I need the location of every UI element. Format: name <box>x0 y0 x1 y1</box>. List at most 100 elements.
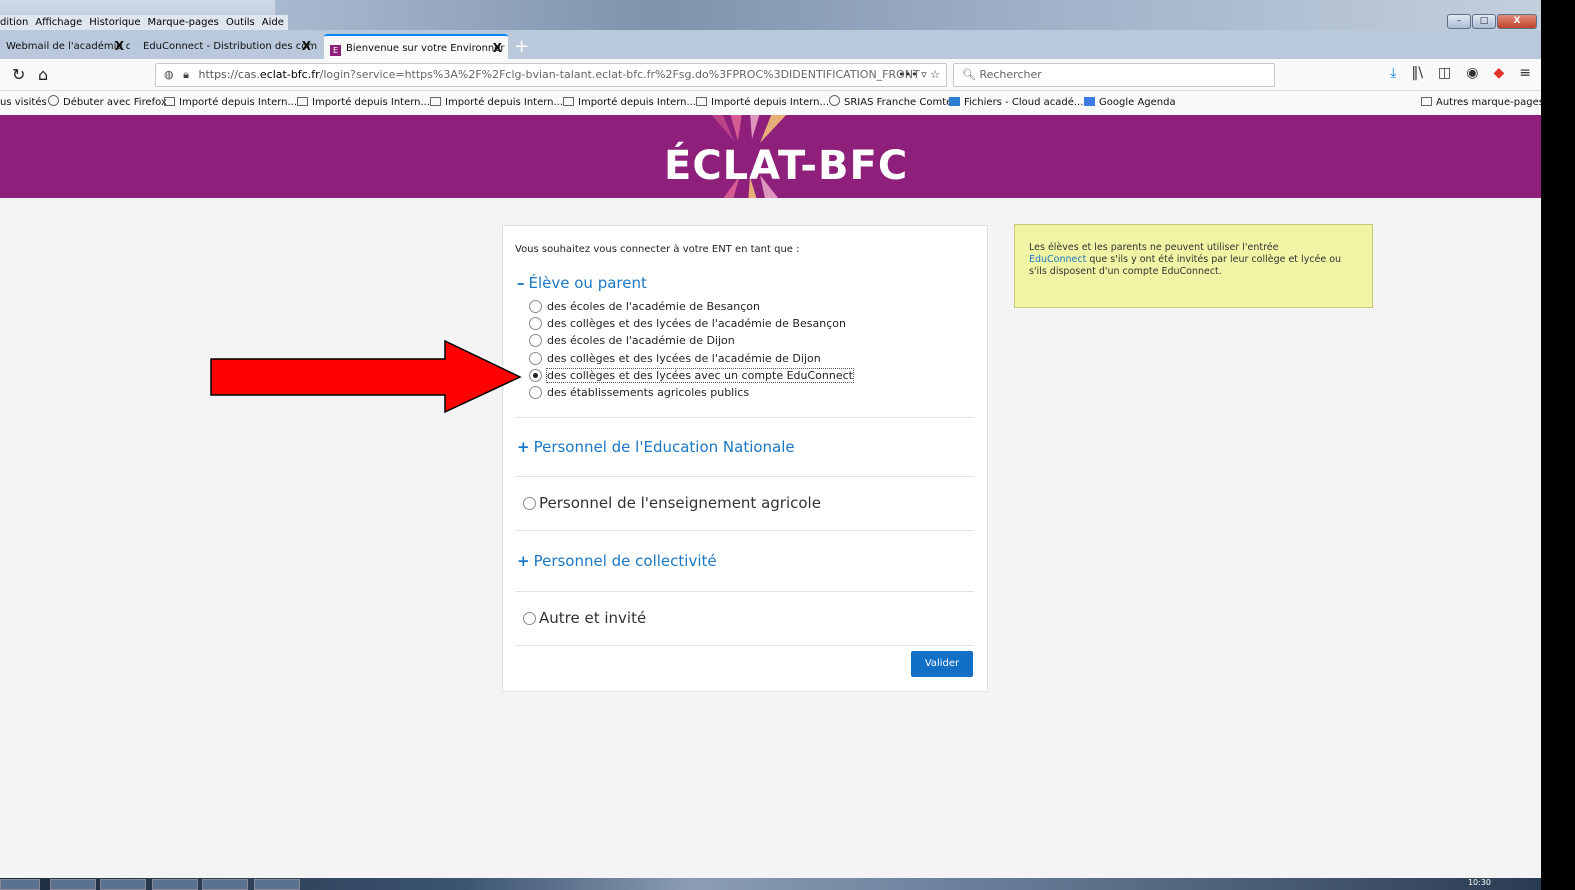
maximize-button[interactable]: □ <box>1472 14 1496 29</box>
account-icon[interactable]: ◉ <box>1466 65 1478 81</box>
url-bar[interactable]: ◍ 🔒︎ https://cas.eclat-bfc.fr/login?serv… <box>155 63 947 87</box>
start-button[interactable] <box>0 879 40 890</box>
option-autre-invite[interactable]: Autre et invité <box>523 609 646 627</box>
educonnect-link[interactable]: EduConnect <box>1029 254 1086 265</box>
menu-outils[interactable]: Outils <box>226 15 255 30</box>
radio-button-checked[interactable] <box>529 368 542 382</box>
tab-educonnect[interactable]: EduConnect - Distribution des com X <box>137 34 317 59</box>
radio-button[interactable] <box>529 385 542 399</box>
reload-icon[interactable]: ↻ <box>12 65 25 84</box>
bookmark-srias[interactable]: SRIAS Franche Comté <box>829 91 952 115</box>
tab-webmail[interactable]: Webmail de l'académie d X <box>0 34 130 59</box>
menu-icon[interactable]: ≡ <box>1519 65 1531 81</box>
bookmark-google-agenda[interactable]: Google Agenda <box>1084 91 1176 115</box>
tab-bienvenue[interactable]: E Bienvenue sur votre Environner X <box>324 34 508 59</box>
section-label: Élève ou parent <box>528 274 647 292</box>
option-ecoles-besancon[interactable]: des écoles de l'académie de Besançon <box>529 298 853 315</box>
section-personnel-collectivite[interactable]: + Personnel de collectivité <box>517 552 717 570</box>
close-tab-icon[interactable]: X <box>493 36 502 59</box>
option-label: des écoles de l'académie de Besançon <box>547 300 760 313</box>
section-personnel-en[interactable]: + Personnel de l'Education Nationale <box>517 438 795 456</box>
menu-marque-pages[interactable]: Marque-pages <box>148 15 219 30</box>
eleve-options: des écoles de l'académie de Besançon des… <box>529 298 854 401</box>
taskbar-app[interactable] <box>50 879 96 890</box>
menu-edition[interactable]: dition <box>0 15 28 30</box>
bookmark-plus-visites[interactable]: us visités <box>0 91 47 115</box>
tab-label: Bienvenue sur votre Environner <box>346 43 505 54</box>
title-bar-bg <box>275 0 1541 30</box>
eclat-favicon-icon: E <box>330 45 341 56</box>
radio-button[interactable] <box>529 300 542 313</box>
collapse-icon: – <box>517 274 525 292</box>
screen: dition Affichage Historique Marque-pages… <box>0 0 1541 878</box>
page-content: ÉCLAT-BFC Vous souhaitez vous connecter … <box>0 115 1541 878</box>
bookmark-debuter-firefox[interactable]: Débuter avec Firefox <box>48 91 167 115</box>
educonnect-notice: Les élèves et les parents ne peuvent uti… <box>1014 224 1373 308</box>
window-controls: – □ X <box>1447 14 1537 29</box>
download-icon[interactable]: ⤓ <box>1390 65 1396 81</box>
menu-aide[interactable]: Aide <box>262 15 284 30</box>
radio-button[interactable] <box>523 612 536 625</box>
close-tab-icon[interactable]: X <box>302 34 311 59</box>
login-card: Vous souhaitez vous connecter à votre EN… <box>502 225 988 692</box>
calendar-icon <box>1084 97 1095 106</box>
ublock-icon[interactable]: ◆ <box>1493 65 1504 81</box>
red-arrow-annotation <box>210 340 522 414</box>
option-colleges-dijon[interactable]: des collèges et des lycées de l'académie… <box>529 350 853 367</box>
bookmark-importe-2[interactable]: Importé depuis Intern... <box>297 91 430 115</box>
section-label: Personnel de collectivité <box>533 552 717 570</box>
option-agricoles[interactable]: des établissements agricoles publics <box>529 384 853 401</box>
url-actions[interactable]: ••• ▿ ☆ <box>898 64 940 86</box>
taskbar-app[interactable] <box>202 879 248 890</box>
taskbar-app[interactable] <box>254 879 300 890</box>
option-label: des collèges et des lycées de l'académie… <box>547 351 821 365</box>
eclat-logo[interactable]: ÉCLAT-BFC <box>664 143 908 189</box>
option-label: Personnel de l'enseignement agricole <box>539 494 821 512</box>
option-ecoles-dijon[interactable]: des écoles de l'académie de Dijon <box>529 332 853 349</box>
bookmark-importe-4[interactable]: Importé depuis Intern... <box>563 91 696 115</box>
option-personnel-agricole[interactable]: Personnel de l'enseignement agricole <box>523 494 821 512</box>
radio-button[interactable] <box>529 351 542 365</box>
minimize-button[interactable]: – <box>1447 14 1471 29</box>
close-window-button[interactable]: X <box>1497 14 1537 29</box>
menu-affichage[interactable]: Affichage <box>35 15 82 30</box>
home-icon[interactable]: ⌂ <box>38 65 48 84</box>
bookmark-label: SRIAS Franche Comté <box>844 97 953 108</box>
new-tab-button[interactable]: + <box>514 36 529 57</box>
bookmark-importe-1[interactable]: Importé depuis Intern... <box>164 91 297 115</box>
menu-items: dition Affichage Historique Marque-pages… <box>0 15 288 30</box>
taskbar-app[interactable] <box>152 879 198 890</box>
sidebar-icon[interactable]: ◫ <box>1438 65 1451 81</box>
globe-icon <box>829 95 840 106</box>
valider-button[interactable]: Valider <box>911 651 973 677</box>
tab-bar: Webmail de l'académie d X EduConnect - D… <box>0 30 1541 59</box>
menu-historique[interactable]: Historique <box>89 15 140 30</box>
radio-button[interactable] <box>529 317 542 331</box>
bookmark-fichiers-cloud[interactable]: Fichiers - Cloud acadé... <box>949 91 1083 115</box>
taskbar-app[interactable] <box>100 879 146 890</box>
bookmark-autres[interactable]: Autres marque-pages <box>1421 91 1541 115</box>
radio-button[interactable] <box>529 334 542 348</box>
section-label: Personnel de l'Education Nationale <box>533 438 795 456</box>
bookmark-label: Autres marque-pages <box>1436 97 1541 108</box>
search-placeholder: Rechercher <box>979 68 1042 81</box>
section-eleve-parent[interactable]: – Élève ou parent <box>517 274 647 292</box>
shield-icon: ◍ <box>164 68 174 81</box>
radio-button[interactable] <box>523 497 536 510</box>
option-label: des établissements agricoles publics <box>547 385 750 399</box>
bookmark-label: Débuter avec Firefox <box>63 97 167 108</box>
option-colleges-besancon[interactable]: des collèges et des lycées de l'académie… <box>529 315 853 332</box>
expand-icon: + <box>517 438 530 456</box>
close-tab-icon[interactable]: X <box>115 34 124 59</box>
bookmark-importe-3[interactable]: Importé depuis Intern... <box>430 91 563 115</box>
search-input[interactable]: 🔍︎ Rechercher <box>953 63 1275 87</box>
url-tail: /login?service=https%3A%2F%2Fclg-bvian-t… <box>319 68 920 81</box>
folder-icon <box>563 97 574 106</box>
divider <box>515 645 974 646</box>
notice-text: Les élèves et les parents ne peuvent uti… <box>1029 242 1279 253</box>
option-educonnect[interactable]: des collèges et des lycées avec un compt… <box>529 367 854 384</box>
bookmark-label: Fichiers - Cloud acadé... <box>964 97 1084 108</box>
library-icon[interactable]: ‖\ <box>1411 65 1423 81</box>
bookmark-importe-5[interactable]: Importé depuis Intern... <box>696 91 829 115</box>
option-label: des écoles de l'académie de Dijon <box>547 334 735 348</box>
